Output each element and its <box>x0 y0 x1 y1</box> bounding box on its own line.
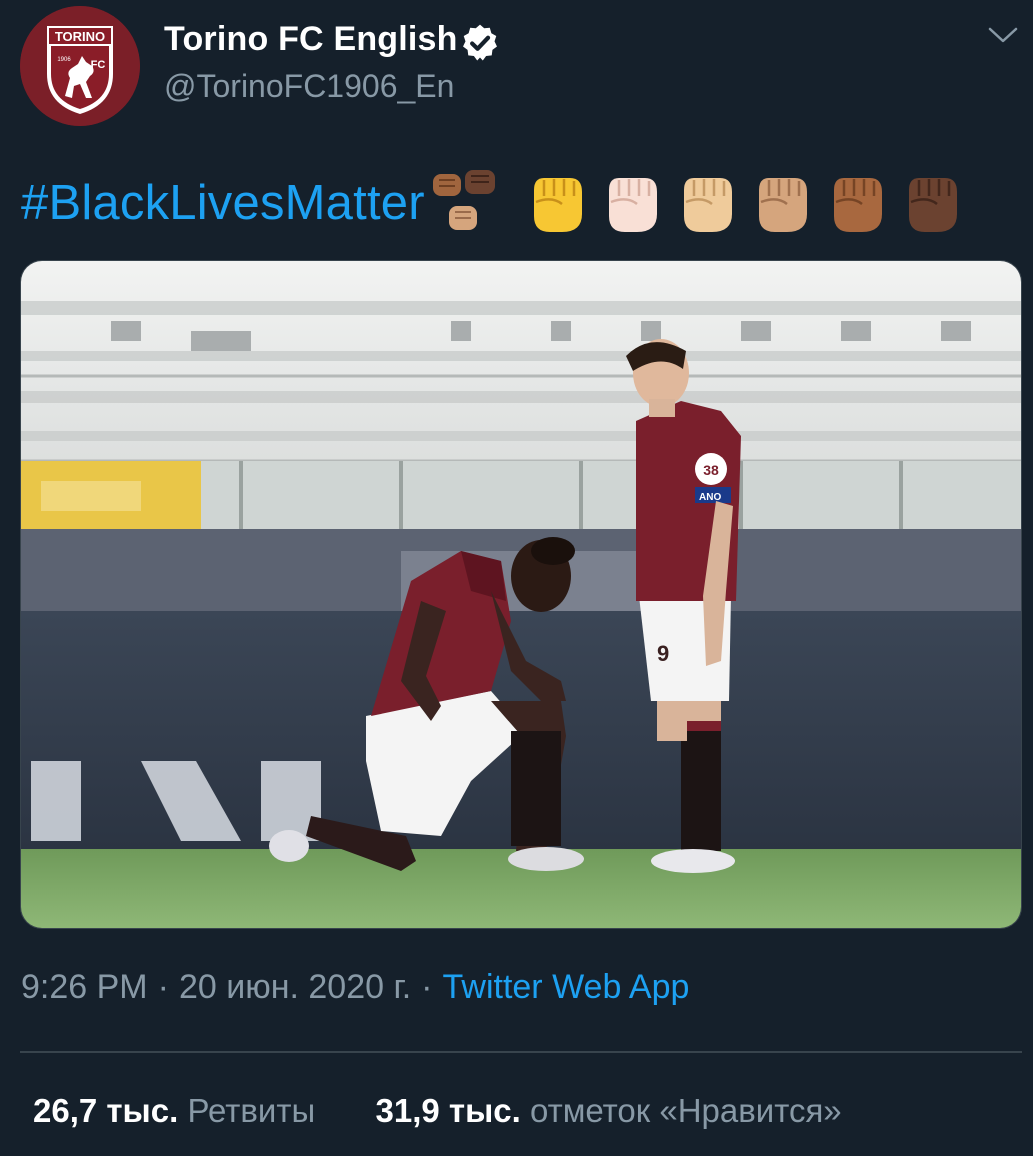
handle[interactable]: @TorinoFC1906_En <box>164 68 454 105</box>
emoji-row <box>429 166 967 240</box>
likes-stat[interactable]: 31,9 тыс. отметок «Нравится» <box>376 1092 842 1129</box>
raised-fist-emoji <box>533 178 582 232</box>
raised-fist-dark-emoji <box>908 178 957 232</box>
divider <box>20 1051 1022 1053</box>
raised-fist-medium-emoji <box>758 178 807 232</box>
tweet-photo[interactable]: 9 38 ANO <box>20 260 1022 929</box>
avatar[interactable]: TORINO 1906 FC <box>20 6 140 126</box>
retweets-label: Ретвиты <box>187 1092 316 1129</box>
retweets-count: 26,7 тыс. <box>33 1092 179 1129</box>
raised-fist-medium-light-emoji <box>683 178 732 232</box>
tweet-text: #BlackLivesMatter <box>21 166 967 240</box>
raised-fist-medium-dark-emoji <box>833 178 882 232</box>
shorts-number: 9 <box>657 641 669 666</box>
display-name[interactable]: Torino FC English <box>164 20 458 59</box>
tweet-meta: 9:26 PM · 20 июн. 2020 г. · Twitter Web App <box>21 968 689 1007</box>
multiple-raised-fists-emoji <box>432 170 495 230</box>
tweet-detail: TORINO 1906 FC Torino FC English @Torino… <box>0 0 1033 1156</box>
verified-badge-icon <box>463 24 497 61</box>
raised-fist-light-emoji <box>608 178 657 232</box>
tweet-source-link[interactable]: Twitter Web App <box>443 968 690 1006</box>
hashtag-link[interactable]: #BlackLivesMatter <box>21 175 425 231</box>
crest-name: TORINO <box>55 29 105 44</box>
meta-separator: · <box>157 968 169 1006</box>
chevron-down-icon[interactable] <box>988 26 1018 44</box>
likes-count: 31,9 тыс. <box>375 1092 521 1129</box>
tweet-time[interactable]: 9:26 PM <box>21 968 148 1006</box>
likes-label: отметок «Нравится» <box>529 1092 842 1129</box>
captain-band: ANO <box>699 492 721 503</box>
tweet-date[interactable]: 20 июн. 2020 г. <box>179 968 411 1006</box>
meta-separator-2: · <box>421 968 433 1006</box>
torino-fc-crest-icon: TORINO 1906 FC <box>20 6 140 126</box>
shirt-number: 38 <box>703 462 719 478</box>
tweet-stats: 26,7 тыс. Ретвиты 31,9 тыс. отметок «Нра… <box>33 1092 842 1130</box>
crest-year: 1906 <box>57 57 71 63</box>
retweets-stat[interactable]: 26,7 тыс. Ретвиты <box>33 1092 324 1129</box>
photo-players-kneeling: 9 38 ANO <box>21 261 1021 928</box>
